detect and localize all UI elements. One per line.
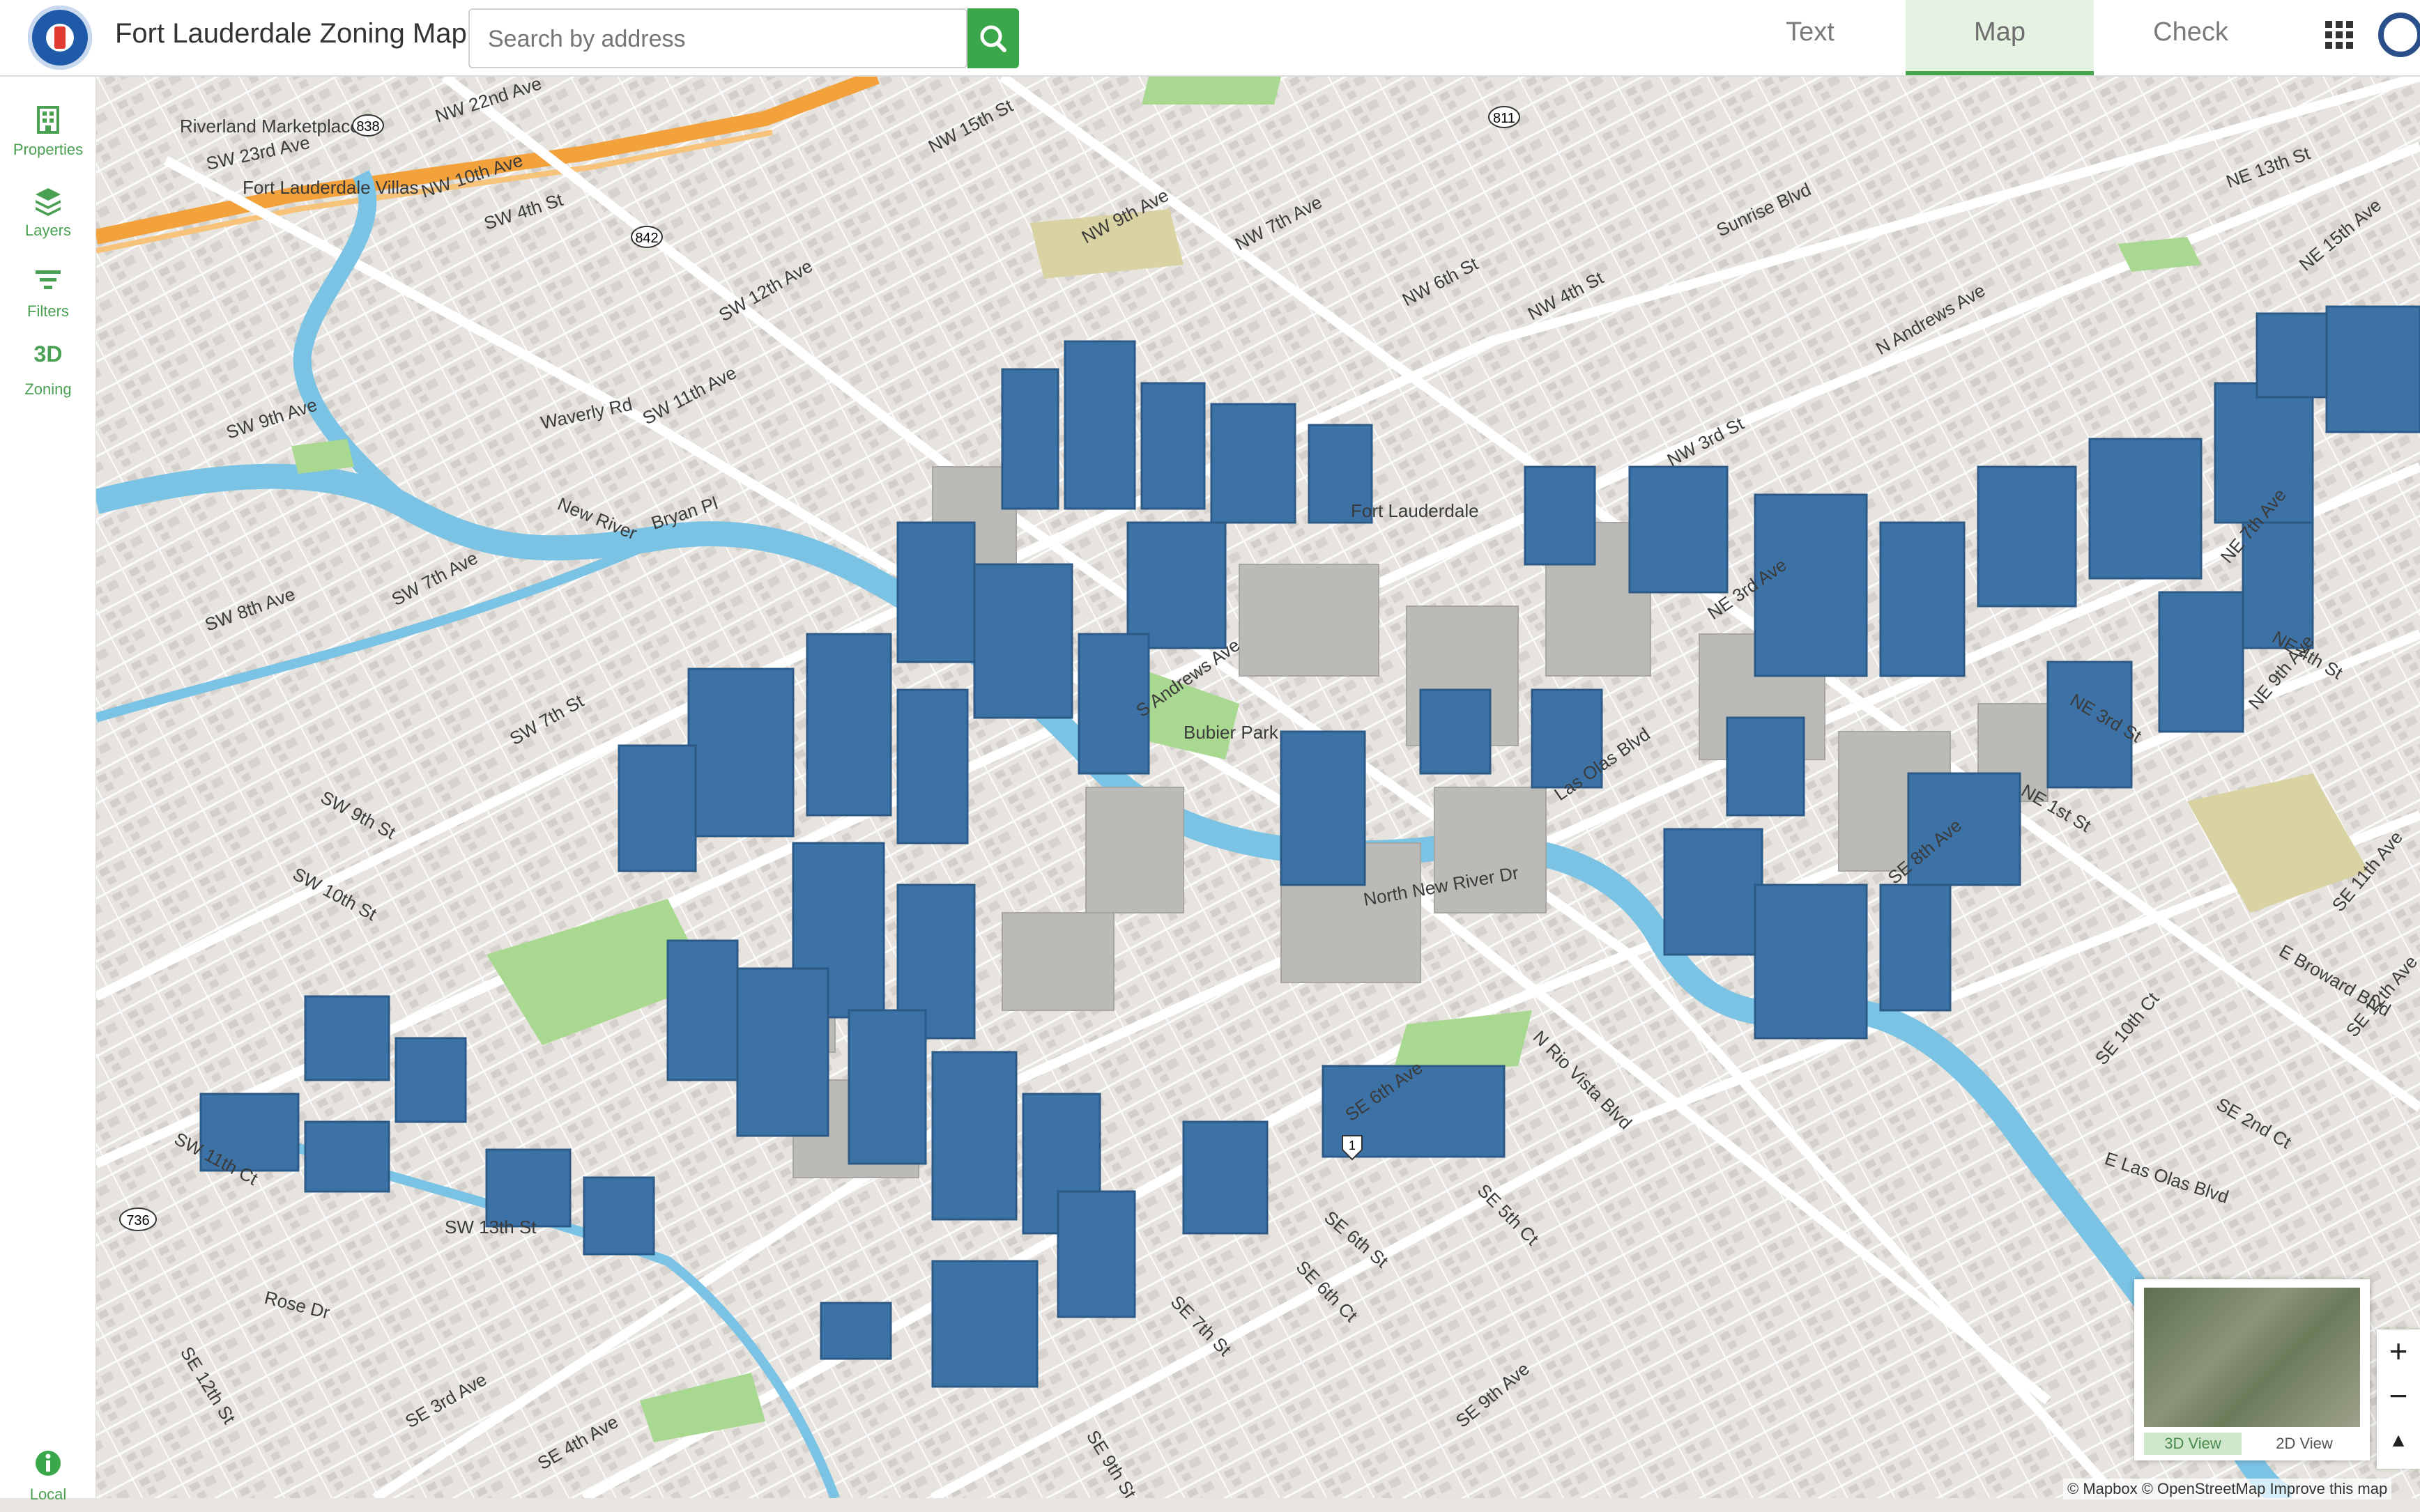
map-svg: NW 22nd Ave Riverland Marketplace SW 23r… <box>96 77 2420 1498</box>
svg-text:838: 838 <box>356 119 379 134</box>
info-icon <box>36 1451 61 1476</box>
tab-check[interactable]: Check <box>2097 0 2285 75</box>
globe-icon[interactable] <box>2378 13 2420 57</box>
search-input[interactable] <box>487 22 935 56</box>
map-label: Riverland Marketplace <box>180 116 360 137</box>
sidebar-item-properties[interactable]: Properties <box>0 98 96 167</box>
map-label: Bubier Park <box>1184 722 1279 743</box>
zoom-in-button[interactable]: + <box>2377 1329 2420 1373</box>
map-label: SW 13th St <box>445 1217 537 1237</box>
map-attribution[interactable]: © Mapbox © OpenStreetMap Improve this ma… <box>2063 1479 2392 1499</box>
2d-view-button[interactable]: 2D View <box>2256 1433 2353 1455</box>
sidebar-item-label: Properties <box>13 141 84 158</box>
compass-button[interactable]: ▲ <box>2377 1419 2420 1462</box>
svg-text:736: 736 <box>126 1213 149 1228</box>
tab-text[interactable]: Text <box>1716 0 1904 75</box>
search-button[interactable] <box>967 8 1019 68</box>
3d-icon: 3D <box>33 341 63 367</box>
sidebar-item-label: Filters <box>27 302 69 320</box>
map-label: Fort Lauderdale <box>1351 500 1479 521</box>
sidebar-item-layers[interactable]: Layers <box>0 178 96 248</box>
route-shield: 811 <box>1488 106 1520 128</box>
search-icon <box>980 25 1006 52</box>
sidebar-item-local[interactable]: Local <box>0 1442 96 1512</box>
map-canvas[interactable]: NW 22nd Ave Riverland Marketplace SW 23r… <box>96 77 2420 1498</box>
satellite-thumbnail[interactable] <box>2144 1288 2360 1427</box>
building-icon <box>37 106 59 134</box>
route-shield: 838 <box>352 114 384 137</box>
tab-map[interactable]: Map <box>1906 0 2094 75</box>
svg-text:1: 1 <box>1349 1139 1356 1152</box>
sidebar-item-label: Local <box>29 1486 67 1503</box>
apps-grid-icon[interactable] <box>2325 21 2353 49</box>
sidebar-item-label: Layers <box>24 222 72 239</box>
search-box[interactable] <box>468 8 967 68</box>
svg-text:811: 811 <box>1493 111 1515 126</box>
app-title: Fort Lauderdale Zoning Map <box>115 18 467 49</box>
zoom-out-button[interactable]: − <box>2377 1374 2420 1417</box>
route-shield: 842 <box>631 226 663 248</box>
filter-icon <box>36 270 61 289</box>
minimap[interactable]: 3D View 2D View <box>2134 1279 2370 1460</box>
zoom-controls: + − ▲ <box>2377 1329 2420 1469</box>
route-shield: 736 <box>119 1208 157 1231</box>
sidebar-item-filters[interactable]: Filters <box>0 259 96 329</box>
map-label: Fort Lauderdale Villas <box>243 177 418 198</box>
layers-icon <box>36 188 61 216</box>
sidebar: Properties Layers Filters 3D Zoning Loca… <box>0 77 96 1503</box>
svg-text:842: 842 <box>635 231 658 246</box>
sidebar-item-zoning[interactable]: 3D Zoning <box>0 337 96 407</box>
logo[interactable] <box>28 6 92 70</box>
top-bar: Fort Lauderdale Zoning Map Text Map Chec… <box>0 0 2420 77</box>
3d-view-button[interactable]: 3D View <box>2144 1433 2242 1455</box>
sidebar-item-label: Zoning <box>24 380 72 398</box>
